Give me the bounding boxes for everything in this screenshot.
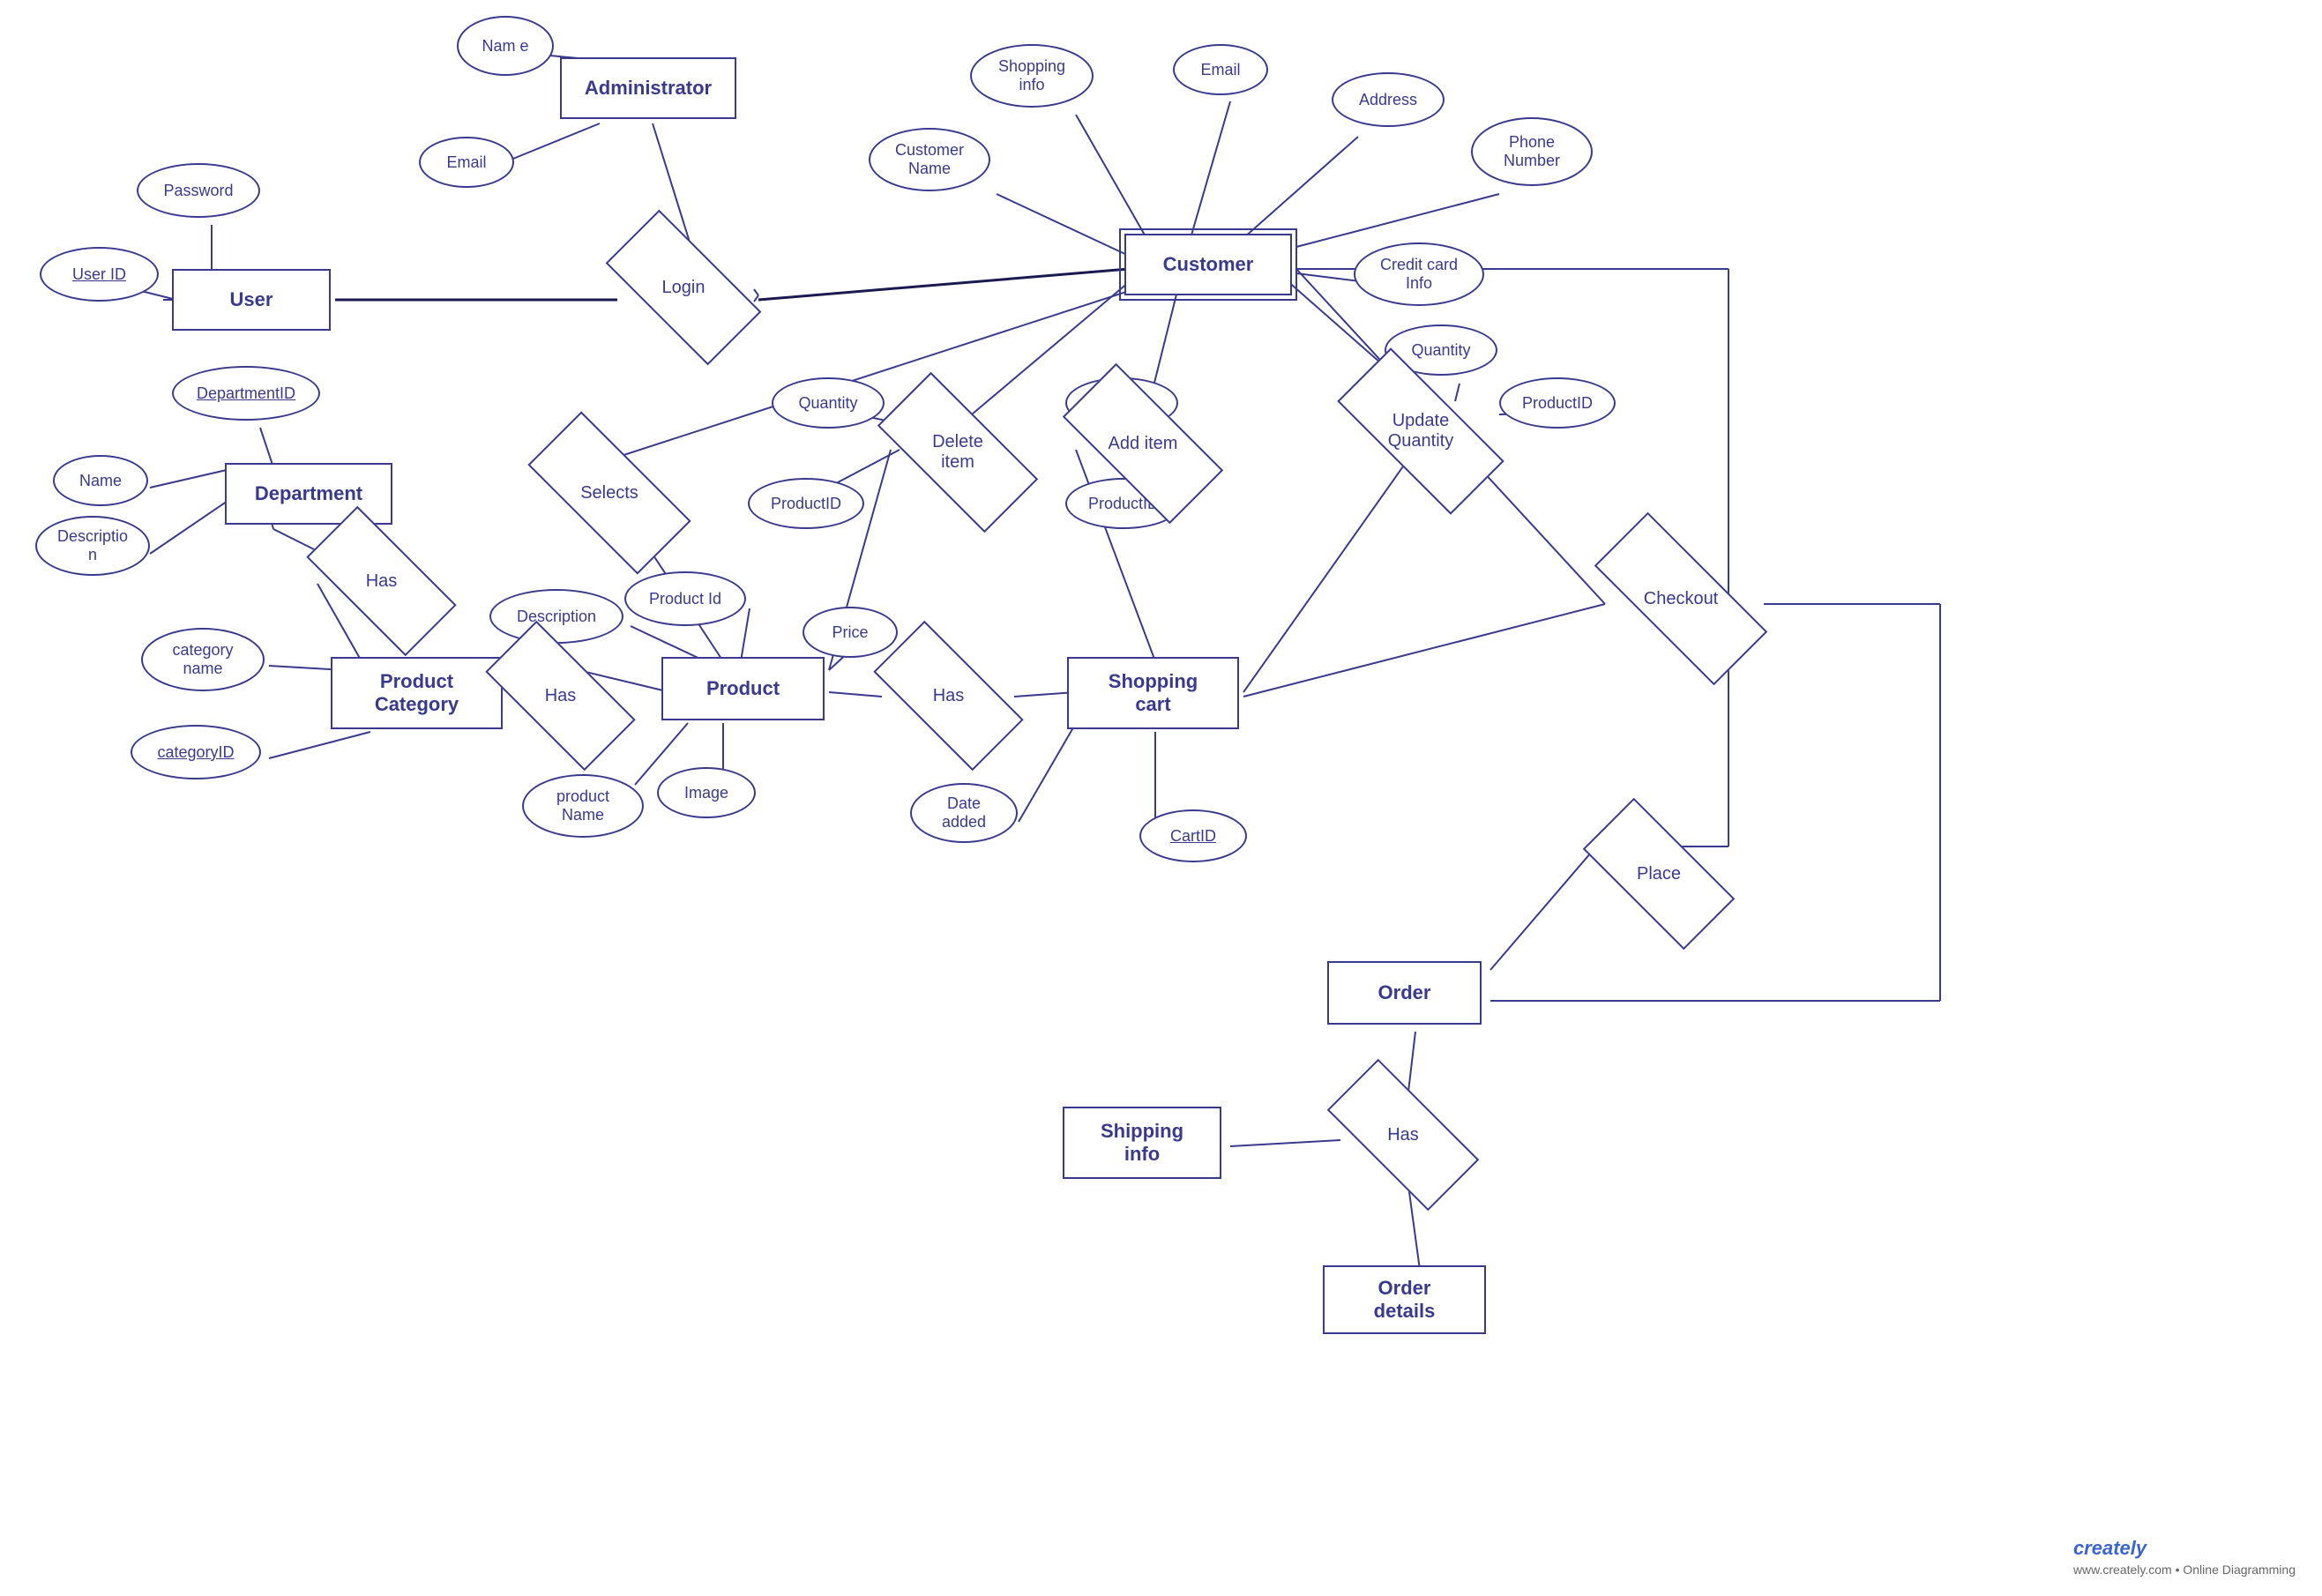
password-attr: Password bbox=[137, 163, 260, 218]
selects-diamond: Selects bbox=[534, 457, 685, 529]
category-name-attr: category name bbox=[141, 628, 265, 691]
price-attr: Price bbox=[803, 607, 898, 658]
description-attr: Description bbox=[489, 589, 623, 644]
has-dept-diamond: Has bbox=[313, 547, 450, 615]
phone-number-attr: Phone Number bbox=[1471, 117, 1593, 186]
watermark: creately www.creately.com • Online Diagr… bbox=[2073, 1537, 2296, 1578]
quantity-delete-attr: Quantity bbox=[772, 377, 885, 429]
shopping-cart-entity: Shopping cart bbox=[1067, 657, 1239, 729]
address-attr: Address bbox=[1332, 72, 1445, 127]
customer-name-attr: Customer Name bbox=[869, 128, 990, 191]
product-category-entity: Product Category bbox=[331, 657, 503, 729]
has-prod-diamond: Has bbox=[880, 661, 1017, 730]
order-details-entity: Order details bbox=[1323, 1265, 1486, 1334]
update-quantity-diamond: Update Quantity bbox=[1342, 395, 1499, 467]
dept-desc-attr: Descriptio n bbox=[35, 516, 150, 576]
customer-email-attr: Email bbox=[1173, 44, 1268, 95]
cart-id-attr: CartID bbox=[1139, 809, 1247, 862]
has-order-diamond: Has bbox=[1333, 1100, 1473, 1169]
image-attr: Image bbox=[657, 767, 756, 818]
delete-item-diamond: Delete item bbox=[884, 416, 1032, 488]
add-item-diamond: Add item bbox=[1069, 407, 1217, 480]
checkout-diamond: Checkout bbox=[1598, 563, 1764, 635]
order-entity: Order bbox=[1327, 961, 1482, 1025]
login-diamond: Login bbox=[613, 251, 754, 324]
dept-name-attr: Name bbox=[53, 455, 148, 506]
customer-entity: Customer bbox=[1124, 234, 1292, 295]
admin-email-attr: Email bbox=[419, 137, 514, 188]
shipping-info-entity: Shipping info bbox=[1063, 1107, 1221, 1179]
user-id-attr: User ID bbox=[40, 247, 159, 302]
has-cat-diamond: Has bbox=[492, 661, 629, 730]
user-entity: User bbox=[172, 269, 331, 331]
productid-update-attr: ProductID bbox=[1499, 377, 1616, 429]
shopping-info-attr: Shopping info bbox=[970, 44, 1094, 108]
date-added-attr: Date added bbox=[910, 783, 1018, 843]
product-entity: Product bbox=[661, 657, 825, 720]
credit-card-attr: Credit card Info bbox=[1354, 242, 1484, 306]
productid-delete-attr: ProductID bbox=[748, 478, 864, 529]
administrator-entity: Administrator bbox=[560, 57, 736, 119]
product-id-attr2: Product Id bbox=[624, 571, 746, 626]
product-name-attr: product Name bbox=[522, 774, 644, 838]
admin-name-attr: Nam e bbox=[457, 16, 554, 76]
category-id-attr: categoryID bbox=[131, 725, 261, 779]
place-diamond: Place bbox=[1589, 839, 1728, 908]
department-id-attr: DepartmentID bbox=[172, 366, 320, 421]
